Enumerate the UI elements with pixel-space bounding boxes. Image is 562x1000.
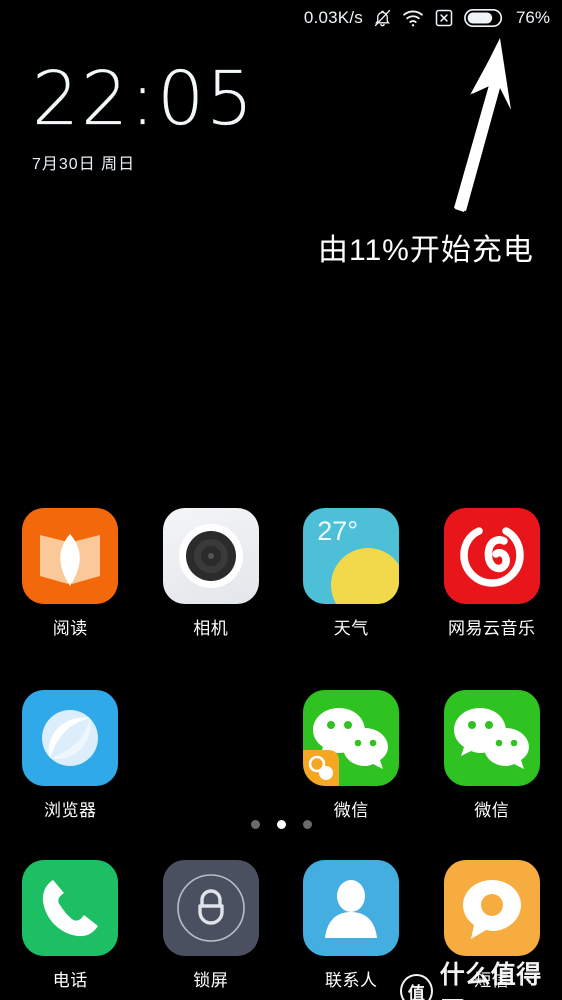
app-netease-music[interactable]: 网易云音乐 [422,508,562,639]
app-label: 相机 [193,619,229,638]
annotation-arrow-icon [454,38,511,212]
camera-icon[interactable] [162,508,259,604]
annotation-text: 由11%开始充电 [318,234,534,267]
app-label: 阅读 [52,619,88,638]
app-label: 微信 [333,801,369,820]
wifi-icon [402,8,424,28]
weather-temperature: 27° [317,516,359,546]
app-grid: 阅读 相机 27° 天气 网易云音乐 浏览器 微信 微信 [0,508,562,821]
phone-icon[interactable] [22,860,119,956]
battery-icon [464,8,504,28]
wechat-icon[interactable] [443,690,540,786]
empty-slot [141,690,282,821]
page-indicator [0,820,562,829]
watermark: 值 什么值得买 [400,955,562,1000]
dock-item-phone[interactable]: 电话 [0,860,141,991]
no-sim-icon [434,8,454,28]
battery-percent-text: 76% [515,8,550,27]
network-speed-text: 0.03K/s [303,8,363,27]
page-dot[interactable] [302,820,312,829]
watermark-text: 什么值得买 [439,961,542,1000]
dual-app-badge-icon [303,750,340,786]
app-wechat[interactable]: 微信 [422,690,562,821]
page-dot-active[interactable] [276,820,286,829]
reading-icon[interactable] [22,508,119,604]
app-weather[interactable]: 27° 天气 [281,508,422,639]
lock-screen-icon[interactable] [162,860,259,956]
app-browser[interactable]: 浏览器 [0,690,141,821]
dock-label: 电话 [52,971,88,990]
wechat-icon[interactable] [303,690,400,786]
app-row-1: 阅读 相机 27° 天气 网易云音乐 [0,508,562,639]
clock-widget[interactable]: 22:05 7月30日 周日 [32,62,255,174]
phone-home-screen: 0.03K/s 76% 22:05 7月30日 周日 由11%开始充电 阅读 相… [0,0,562,1000]
dock-item-lock-screen[interactable]: 锁屏 [141,860,282,991]
weather-icon[interactable]: 27° [303,508,400,604]
clock-date: 7月30日 周日 [32,156,136,173]
app-label: 浏览器 [44,801,97,820]
page-dot[interactable] [250,820,260,829]
dock-label: 锁屏 [193,971,229,990]
app-wechat-dual[interactable]: 微信 [281,690,422,821]
app-reading[interactable]: 阅读 [0,508,141,639]
app-label: 网易云音乐 [448,619,536,638]
message-icon[interactable] [443,860,540,956]
app-camera[interactable]: 相机 [141,508,282,639]
app-label: 微信 [474,801,510,820]
dock-label: 联系人 [325,971,378,990]
sun-shape [331,548,400,604]
app-row-2: 浏览器 微信 微信 [0,690,562,821]
browser-icon[interactable] [22,690,119,786]
clock-time: 22:05 [32,56,256,142]
bell-mute-icon [373,8,392,28]
netease-music-icon[interactable] [443,508,540,604]
contacts-icon[interactable] [303,860,400,956]
watermark-logo-icon: 值 [400,974,433,1000]
app-label: 天气 [333,619,369,638]
